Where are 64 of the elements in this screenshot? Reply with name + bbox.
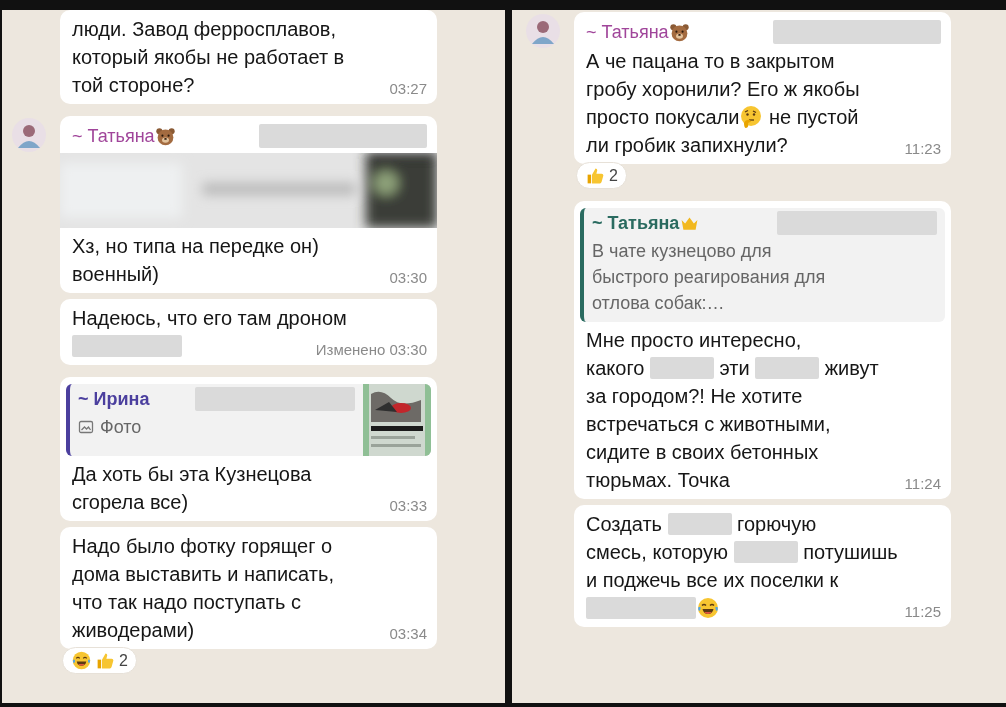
media-label: Фото — [100, 416, 142, 439]
message-time: 11:25 — [903, 602, 941, 622]
thinking-face-icon — [739, 105, 764, 129]
avatar-icon[interactable] — [526, 14, 560, 48]
sender-name[interactable]: ~ Татьяна — [72, 125, 155, 147]
message-text: не пустой — [767, 105, 859, 130]
message-text: который якобы не работает в — [72, 45, 345, 70]
message-text: Хз, но типа на передке он) — [72, 234, 319, 259]
message-time: 03:27 — [388, 79, 427, 99]
message-text: Мне просто интересно, — [586, 328, 802, 353]
message-text: сидите в своих бетонных — [586, 440, 819, 465]
message-text: Надеюсь, что его там дроном — [72, 306, 347, 331]
message-text: А че пацана то в закрытом — [586, 49, 835, 74]
message-text: ли гробик запихнули? — [586, 133, 788, 158]
quoted-sender-name: ~ Ирина — [78, 388, 150, 410]
message-text: просто покусали — [586, 105, 740, 130]
reaction-count: 2 — [609, 166, 618, 185]
quoted-text: отлова собак:… — [592, 292, 726, 315]
message-time: 03:30 — [388, 268, 427, 288]
message-text: живодерами) — [72, 618, 195, 643]
message-text: люди. Завод ферросплавов, — [72, 17, 336, 42]
message-time: 11:23 — [903, 139, 941, 159]
message-text: Создать — [586, 512, 663, 537]
redacted-block — [733, 541, 798, 563]
redacted-block — [667, 513, 732, 535]
redacted-block — [755, 357, 820, 379]
message-text: горючую — [736, 512, 817, 537]
message-text: что так надо поступать с — [72, 590, 301, 615]
quoted-text: В чате кузнецово для — [592, 240, 773, 263]
quoted-message[interactable]: ~ Ирина Фото — [66, 384, 431, 456]
message-text: гробу хоронили? Его ж якобы — [586, 77, 860, 102]
quoted-text: быстрого реагирования для — [592, 266, 827, 289]
message-text: за городом?! Не хотите — [586, 384, 803, 409]
message-time: 03:34 — [388, 624, 427, 644]
message-text: встречаться с животными, — [586, 412, 831, 437]
message-time: Изменено 03:30 — [314, 340, 427, 360]
message-text: смесь, которую — [586, 540, 730, 565]
message-text: дома выставить и написать, — [72, 562, 334, 587]
quoted-sender-name: ~ Татьяна — [592, 212, 680, 234]
reaction-count: 2 — [119, 651, 128, 670]
message-text: Да хоть бы эта Кузнецова — [72, 462, 312, 487]
bear-face-icon — [154, 125, 176, 147]
avatar-icon[interactable] — [12, 118, 46, 152]
message-text: эти — [718, 356, 751, 381]
bear-face-icon — [668, 21, 690, 43]
message-time: 03:33 — [388, 496, 427, 516]
message-text: какого — [586, 356, 646, 381]
laughing-face-icon — [696, 596, 720, 620]
reactions-badge[interactable]: 2 — [576, 162, 627, 189]
message-text: военный) — [72, 262, 159, 287]
message-text: живут — [823, 356, 879, 381]
reactions-badge[interactable]: 2 — [62, 647, 137, 674]
message-text: Надо было фотку горящег о — [72, 534, 333, 559]
sender-name[interactable]: ~ Татьяна — [586, 21, 669, 43]
message-text: сгорела все) — [72, 490, 189, 515]
image-icon — [78, 419, 94, 435]
message-text: той стороне? — [72, 73, 195, 98]
message-text: и поджечь все их поселки к — [586, 568, 839, 593]
quoted-message[interactable]: ~ Татьяна В чате кузнецово для быстрого реагирования для отлова собак:… — [580, 208, 945, 322]
redacted-block — [649, 357, 714, 379]
message-text: тюрьмах. Точка — [586, 468, 730, 493]
message-time: 11:24 — [903, 474, 941, 494]
message-text: потушишь — [802, 540, 898, 565]
laughing-face-icon — [71, 650, 92, 671]
